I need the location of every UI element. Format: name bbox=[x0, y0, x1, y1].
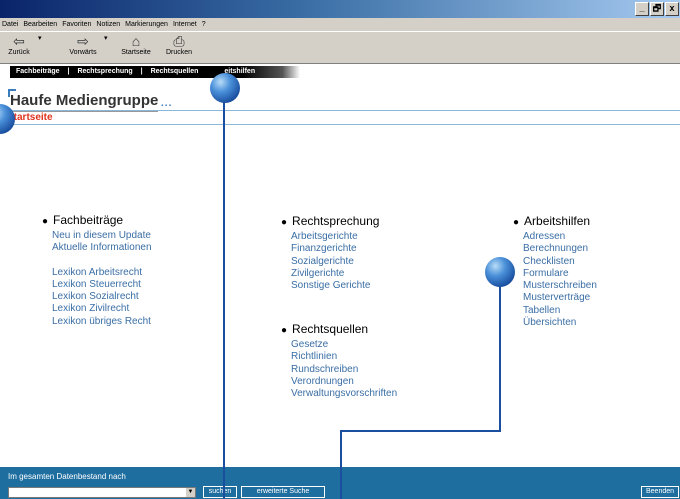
bullet-icon: ● bbox=[513, 217, 520, 228]
bullet-icon: ● bbox=[42, 216, 49, 227]
callout-line bbox=[340, 430, 342, 499]
chevron-down-icon[interactable]: ▼ bbox=[186, 488, 195, 497]
link-tabellen[interactable]: Tabellen bbox=[523, 305, 597, 317]
forward-dropdown-icon[interactable]: ▾ bbox=[104, 34, 108, 42]
callout-line bbox=[499, 285, 501, 432]
back-dropdown-icon[interactable]: ▾ bbox=[38, 34, 42, 42]
link-finanzgerichte[interactable]: Finanzgerichte bbox=[291, 243, 379, 255]
menu-bar: Datei Bearbeiten Favoriten Notizen Markierun… bbox=[0, 18, 680, 31]
link-lexikon-arbeitsrecht[interactable]: Lexikon Arbeitsrecht bbox=[52, 267, 152, 279]
divider-top bbox=[0, 110, 680, 111]
callout-line bbox=[340, 430, 501, 432]
link-verordnungen[interactable]: Verordnungen bbox=[291, 376, 397, 388]
callout-marker bbox=[210, 73, 240, 103]
bullet-icon: ● bbox=[281, 325, 288, 336]
link-arbeitsgerichte[interactable]: Arbeitsgerichte bbox=[291, 231, 379, 243]
section-arbeitshilfen: ● Arbeitshilfen Adressen Berechnungen Che… bbox=[513, 214, 597, 329]
bullet-icon: ● bbox=[281, 217, 288, 228]
section-heading: ● Arbeitshilfen bbox=[513, 214, 597, 228]
nav-fachbeitraege[interactable]: Fachbeiträge bbox=[16, 68, 60, 75]
section-nav-bar: Fachbeiträge | Rechtsprechung | Rechtsqu… bbox=[10, 66, 300, 78]
divider-bottom bbox=[0, 124, 680, 125]
link-aktuelle-informationen[interactable]: Aktuelle Informationen bbox=[52, 242, 152, 254]
forward-button[interactable]: ⇨ Vorwärts bbox=[66, 33, 100, 57]
link-zivilgerichte[interactable]: Zivilgerichte bbox=[291, 268, 379, 280]
link-lexikon-uebriges-recht[interactable]: Lexikon übriges Recht bbox=[52, 316, 152, 328]
search-label: Im gesamten Datenbestand nach bbox=[8, 472, 126, 481]
menu-markierungen[interactable]: Markierungen bbox=[125, 21, 168, 28]
home-button[interactable]: ⌂ Startseite bbox=[118, 33, 154, 57]
link-formulare[interactable]: Formulare bbox=[523, 268, 597, 280]
search-input[interactable]: ▼ bbox=[8, 487, 196, 498]
logo-dots: ... bbox=[161, 98, 173, 109]
link-mustervertraege[interactable]: Musterverträge bbox=[523, 292, 597, 304]
rechtsquellen-title: Rechtsquellen bbox=[292, 322, 369, 336]
back-button[interactable]: ⇦ Zurück bbox=[4, 33, 34, 57]
nav-rechtsquellen[interactable]: Rechtsquellen bbox=[151, 68, 199, 75]
section-heading: ● Rechtsprechung bbox=[281, 214, 379, 228]
link-neu-update[interactable]: Neu in diesem Update bbox=[52, 230, 152, 242]
link-lexikon-zivilrecht[interactable]: Lexikon Zivilrecht bbox=[52, 303, 152, 315]
link-berechnungen[interactable]: Berechnungen bbox=[523, 243, 597, 255]
section-rechtsquellen: ● Rechtsquellen Gesetze Richtlinien Runds… bbox=[281, 322, 397, 400]
menu-datei[interactable]: Datei bbox=[2, 21, 18, 28]
logo-corner-mark bbox=[8, 89, 16, 97]
home-label: Startseite bbox=[121, 49, 151, 56]
link-uebersichten[interactable]: Übersichten bbox=[523, 317, 597, 329]
print-label: Drucken bbox=[165, 49, 193, 56]
link-checklisten[interactable]: Checklisten bbox=[523, 256, 597, 268]
fachbeitraege-title: Fachbeiträge bbox=[53, 213, 124, 227]
link-rundschreiben[interactable]: Rundschreiben bbox=[291, 364, 397, 376]
menu-favoriten[interactable]: Favoriten bbox=[62, 21, 91, 28]
link-lexikon-sozialrecht[interactable]: Lexikon Sozialrecht bbox=[52, 291, 152, 303]
menu-help[interactable]: ? bbox=[202, 21, 206, 28]
logo-text: Haufe Mediengruppe bbox=[10, 92, 159, 109]
section-fachbeitraege: ● Fachbeiträge Neu in diesem Update Aktue… bbox=[42, 213, 152, 328]
nav-separator: | bbox=[67, 68, 70, 75]
close-button[interactable]: x bbox=[665, 2, 679, 16]
link-gesetze[interactable]: Gesetze bbox=[291, 339, 397, 351]
nav-separator: | bbox=[140, 68, 143, 75]
nav-rechtsprechung[interactable]: Rechtsprechung bbox=[77, 68, 132, 75]
print-button[interactable]: ⎙ Drucken bbox=[164, 33, 194, 57]
link-lexikon-steuerrecht[interactable]: Lexikon Steuerrecht bbox=[52, 279, 152, 291]
section-heading: ● Rechtsquellen bbox=[281, 322, 397, 336]
menu-bearbeiten[interactable]: Bearbeiten bbox=[23, 21, 57, 28]
toolbar: ⇦ Zurück ▾ ⇨ Vorwärts ▾ ⌂ Startseite ⎙ D… bbox=[0, 31, 680, 64]
link-sonstige-gerichte[interactable]: Sonstige Gerichte bbox=[291, 280, 379, 292]
section-rechtsprechung: ● Rechtsprechung Arbeitsgerichte Finanzge… bbox=[281, 214, 379, 292]
forward-arrow-icon: ⇨ bbox=[77, 33, 89, 49]
back-label: Zurück bbox=[8, 49, 30, 56]
back-arrow-icon: ⇦ bbox=[13, 33, 25, 49]
arbeitshilfen-title: Arbeitshilfen bbox=[524, 214, 591, 228]
link-adressen[interactable]: Adressen bbox=[523, 231, 597, 243]
link-sozialgerichte[interactable]: Sozialgerichte bbox=[291, 256, 379, 268]
callout-marker bbox=[485, 257, 515, 287]
section-heading: ● Fachbeiträge bbox=[42, 213, 152, 227]
link-verwaltungsvorschriften[interactable]: Verwaltungsvorschriften bbox=[291, 388, 397, 400]
beenden-button[interactable]: Beenden bbox=[641, 486, 679, 498]
forward-label: Vorwärts bbox=[69, 49, 97, 56]
menu-notizen[interactable]: Notizen bbox=[96, 21, 120, 28]
callout-line bbox=[223, 86, 225, 499]
restore-button[interactable]: 🗗 bbox=[650, 2, 664, 16]
suchen-button[interactable]: suchen bbox=[203, 486, 237, 498]
haufe-logo: Haufe Mediengruppe ... bbox=[8, 89, 171, 112]
window-title-bar: _ 🗗 x bbox=[0, 0, 680, 18]
link-musterschreiben[interactable]: Musterschreiben bbox=[523, 280, 597, 292]
link-richtlinien[interactable]: Richtlinien bbox=[291, 351, 397, 363]
minimize-button[interactable]: _ bbox=[635, 2, 649, 16]
printer-icon: ⎙ bbox=[173, 33, 185, 49]
rechtsprechung-title: Rechtsprechung bbox=[292, 214, 380, 228]
home-icon: ⌂ bbox=[131, 33, 141, 49]
menu-internet[interactable]: Internet bbox=[173, 21, 197, 28]
erweiterte-suche-button[interactable]: erweiterte Suche bbox=[241, 486, 325, 498]
